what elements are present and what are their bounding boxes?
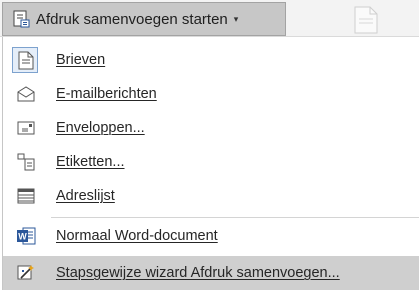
menu-item-label: Enveloppen... (56, 120, 145, 136)
menu-item-label: E-mailberichten (56, 86, 157, 102)
menu-item-label: Stapsgewijze wizard Afdruk samenvoegen..… (56, 265, 340, 281)
email-envelope-icon (16, 84, 36, 104)
menu-item-label: Normaal Word-document (56, 228, 218, 244)
menu-item-label: Adreslijst (56, 188, 115, 204)
menu-item-label: Etiketten... (56, 154, 125, 170)
disabled-document-icon (354, 6, 378, 34)
chevron-down-icon[interactable]: ▾ (234, 14, 239, 25)
menu-item-address-list[interactable]: Adreslijst (3, 179, 419, 213)
menu-item-labels[interactable]: Etiketten... (3, 145, 419, 179)
address-list-icon (16, 186, 36, 206)
menu-item-normal-word-document[interactable]: W Normaal Word-document (3, 219, 419, 253)
svg-text:W: W (18, 232, 27, 242)
start-mail-merge-label: Afdruk samenvoegen starten (36, 10, 228, 28)
mail-merge-dropdown-menu: Brieven E-mailberichten Enveloppen... Et… (2, 37, 419, 290)
menu-item-email-messages[interactable]: E-mailberichten (3, 77, 419, 111)
menu-item-envelopes[interactable]: Enveloppen... (3, 111, 419, 145)
ribbon-bar: Afdruk samenvoegen starten ▾ (0, 0, 419, 37)
word-document-icon: W (16, 226, 36, 246)
menu-item-step-by-step-wizard[interactable]: Stapsgewijze wizard Afdruk samenvoegen..… (3, 256, 419, 290)
mail-merge-document-icon (12, 10, 30, 28)
envelope-icon (16, 118, 36, 138)
letter-document-icon (16, 50, 36, 70)
start-mail-merge-button[interactable]: Afdruk samenvoegen starten ▾ (2, 2, 286, 36)
wizard-icon (16, 263, 36, 283)
menu-separator (51, 217, 419, 218)
menu-item-letters[interactable]: Brieven (3, 43, 419, 77)
menu-item-label: Brieven (56, 52, 106, 68)
labels-icon (16, 152, 36, 172)
